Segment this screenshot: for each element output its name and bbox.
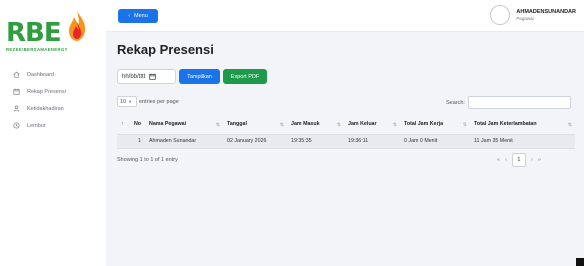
column-header-label: Jam Masuk (291, 121, 320, 128)
logo-tagline: REZEKIBERSAMAENERGY (6, 47, 68, 52)
sort-icon: ⇅ (279, 122, 284, 128)
column-header-label: Nama Pegawai (149, 121, 187, 128)
user-role: Pegawai (516, 16, 534, 21)
entries-select[interactable]: 10 ▼ (117, 96, 137, 107)
home-icon (13, 71, 20, 78)
chevron-down-icon: ▼ (128, 99, 133, 104)
flame-icon (69, 11, 86, 41)
entries-value: 10 (120, 98, 127, 105)
menu-button[interactable]: ‹ Menu (118, 9, 158, 23)
cell-total-jam-kerja: 0 Jam 0 Menit (400, 134, 470, 149)
entries-per-page: 10 ▼ entries per page (117, 96, 179, 107)
cell-no: 1 (117, 134, 145, 149)
column-header-tanggal[interactable]: Tanggal ⇅ (223, 115, 287, 135)
column-header-label: Total Jam Keterlambatan (474, 121, 537, 128)
sidebar-item-label: Lembur (27, 122, 46, 129)
sort-up-icon: ↑ (121, 121, 124, 127)
sidebar: RBE REZEKIBERSAMAENERGY Dashboard Rekap … (0, 0, 106, 266)
column-header-nama[interactable]: Nama Pegawai ⇅ (145, 115, 223, 135)
table-row: 1 Ahmaden Sunandar 02 January 2026 19:35… (117, 134, 575, 149)
sort-icon: ⇅ (215, 122, 220, 128)
showing-entries-info: Showing 1 to 1 of 1 entry (117, 157, 178, 163)
sidebar-item-label: Dashboard (27, 71, 54, 78)
sort-icon: ⇅ (567, 122, 572, 128)
date-placeholder: hh/bb/tttt (122, 73, 146, 80)
column-header-label: Total Jam Kerja (404, 121, 444, 128)
brand-logo[interactable]: RBE REZEKIBERSAMAENERGY (6, 8, 98, 54)
sidebar-item-ketidakhadiran[interactable]: Ketidakhadiran (0, 100, 106, 117)
user-profile[interactable]: AHMADENSUNANDAR Pegawai (490, 5, 576, 25)
column-header-jam-keluar[interactable]: Jam Keluar ⇅ (344, 115, 400, 135)
column-header-jam-masuk[interactable]: Jam Masuk ⇅ (287, 115, 344, 135)
column-header-no[interactable]: ↑ No (117, 115, 145, 135)
tampilkan-button[interactable]: Tampilkan (179, 69, 220, 84)
sidebar-item-lembur[interactable]: Lembur (0, 117, 106, 134)
sidebar-item-label: Rekap Presensi (27, 88, 66, 95)
sort-icon: ⇅ (462, 122, 467, 128)
avatar[interactable] (490, 5, 511, 25)
page-1-button[interactable]: 1 (511, 153, 526, 167)
column-header-label: No (133, 121, 141, 128)
next-page-button[interactable]: › (531, 157, 533, 163)
person-icon (13, 105, 20, 112)
sort-icon: ⇅ (392, 122, 397, 128)
date-input[interactable]: hh/bb/tttt (117, 69, 176, 84)
cell-nama: Ahmaden Sunandar (145, 134, 223, 149)
user-info: AHMADENSUNANDAR Pegawai (516, 9, 576, 21)
cell-total-keterlambatan: 11 Jam 35 Menit (470, 134, 575, 149)
sidebar-nav: Dashboard Rekap Presensi Ketidakhadiran … (0, 66, 106, 134)
cell-tanggal: 02 January 2026 (223, 134, 287, 149)
column-header-label: Jam Keluar (348, 121, 377, 128)
clock-icon (13, 122, 20, 129)
column-header-total-keterlambatan[interactable]: Total Jam Keterlambatan ⇅ (470, 115, 575, 135)
table-header-row: ↑ No Nama Pegawai ⇅ Tanggal ⇅ Jam Masuk ⇅ J… (117, 115, 575, 135)
calendar-icon[interactable] (149, 73, 157, 80)
page-title: Rekap Presensi (117, 42, 214, 57)
search-input[interactable] (467, 96, 571, 109)
calendar-icon (13, 88, 20, 95)
entries-label: entries per page (139, 98, 179, 105)
table-search: Search: (446, 96, 571, 109)
last-page-button[interactable]: » (538, 157, 541, 163)
menu-button-label: Menu (134, 13, 148, 19)
sidebar-item-dashboard[interactable]: Dashboard (0, 66, 106, 83)
cell-jam-masuk: 19:35:35 (287, 134, 344, 149)
sidebar-item-label: Ketidakhadiran (27, 105, 64, 112)
topbar: ‹ Menu AHMADENSUNANDAR Pegawai (106, 0, 584, 32)
column-header-total-jam-kerja[interactable]: Total Jam Kerja ⇅ (400, 115, 470, 135)
cell-jam-keluar: 19:36:11 (344, 134, 400, 149)
search-label: Search: (446, 99, 465, 106)
user-name: AHMADENSUNANDAR (516, 9, 576, 15)
corner-marker (576, 258, 584, 266)
chevron-left-icon: ‹ (128, 13, 131, 19)
export-pdf-button[interactable]: Export PDF (223, 69, 267, 84)
prev-page-button[interactable]: ‹ (505, 157, 507, 163)
first-page-button[interactable]: « (497, 157, 500, 163)
logo-text: RBE (6, 18, 62, 48)
presensi-table: ↑ No Nama Pegawai ⇅ Tanggal ⇅ Jam Masuk ⇅ J… (117, 115, 575, 149)
column-header-label: Tanggal (227, 121, 247, 128)
sort-icon: ⇅ (336, 122, 341, 128)
pagination: « ‹ 1 › » (497, 153, 541, 167)
sidebar-item-rekap-presensi[interactable]: Rekap Presensi (0, 83, 106, 100)
